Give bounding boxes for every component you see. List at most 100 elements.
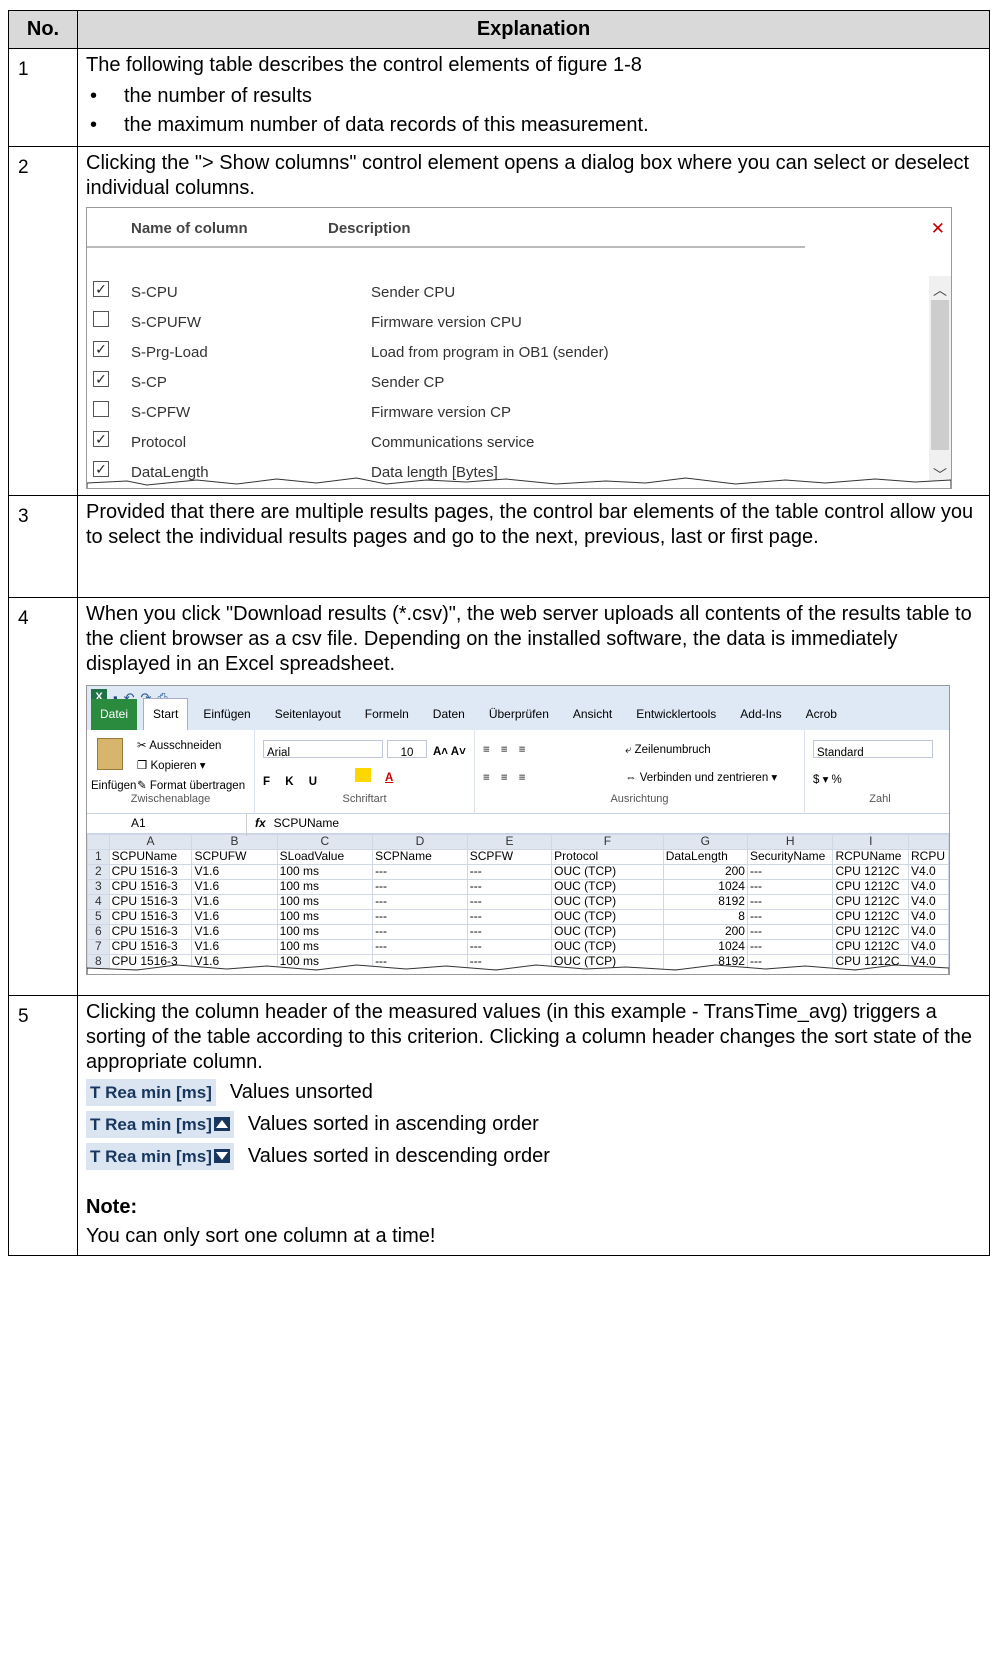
row-header[interactable]: 1 xyxy=(87,849,110,865)
cell[interactable]: CPU 1212C xyxy=(832,909,910,925)
cell[interactable]: --- xyxy=(372,894,468,910)
column-header[interactable] xyxy=(908,834,949,850)
cell[interactable]: SCPUFW xyxy=(191,849,278,865)
cell[interactable]: 1024 xyxy=(662,879,748,895)
fill-color-icon[interactable] xyxy=(355,768,371,782)
cell[interactable]: --- xyxy=(372,924,468,940)
column-checkbox[interactable]: ✓ xyxy=(93,341,109,357)
row-header[interactable]: 5 xyxy=(87,909,110,925)
column-header[interactable]: D xyxy=(372,834,468,850)
cell[interactable]: 100 ms xyxy=(276,909,374,925)
fx-icon[interactable]: fx xyxy=(247,811,274,836)
cell[interactable]: V4.0 xyxy=(908,939,949,955)
ribbon-tab[interactable]: Ansicht xyxy=(564,699,621,730)
cell[interactable]: CPU 1516-3 xyxy=(108,939,193,955)
cell[interactable]: 100 ms xyxy=(276,924,374,940)
ribbon-tab[interactable]: Entwicklertools xyxy=(627,699,725,730)
cell[interactable]: --- xyxy=(372,939,468,955)
column-header[interactable]: H xyxy=(746,834,834,850)
cell[interactable]: --- xyxy=(372,879,468,895)
sort-header-descending[interactable]: T Rea min [ms] xyxy=(86,1142,234,1170)
cell[interactable]: CPU 1516-3 xyxy=(108,879,193,895)
cell[interactable]: CPU 1212C xyxy=(832,924,910,940)
cell[interactable]: CPU 1516-3 xyxy=(108,894,193,910)
cell[interactable]: SecurityName xyxy=(746,849,834,865)
cell[interactable]: --- xyxy=(746,909,834,925)
cell[interactable]: --- xyxy=(746,939,834,955)
cell[interactable]: Protocol xyxy=(551,849,664,865)
cell[interactable]: CPU 1212C xyxy=(832,939,910,955)
close-icon[interactable]: ✕ xyxy=(931,216,945,241)
row-header[interactable]: 3 xyxy=(87,879,110,895)
cell[interactable]: CPU 1516-3 xyxy=(108,909,193,925)
align-icons[interactable]: ≡ ≡ ≡ xyxy=(483,738,530,763)
font-size-select[interactable]: 10 xyxy=(387,740,427,759)
ribbon-tab[interactable]: Acrob xyxy=(797,699,846,730)
cell[interactable]: CPU 1212C xyxy=(832,894,910,910)
cell[interactable]: --- xyxy=(466,909,553,925)
wrap-text-button[interactable]: ⤶ Zeilenumbruch xyxy=(625,738,711,763)
column-header[interactable]: F xyxy=(551,834,664,850)
ribbon-tab[interactable]: Überprüfen xyxy=(480,699,558,730)
paste-icon[interactable] xyxy=(97,738,123,770)
cell[interactable]: 200 xyxy=(662,864,748,880)
cell[interactable]: --- xyxy=(746,924,834,940)
cell[interactable]: V1.6 xyxy=(191,894,278,910)
cell[interactable]: DataLength xyxy=(662,849,748,865)
cell[interactable]: OUC (TCP) xyxy=(551,939,664,955)
cell[interactable]: 8192 xyxy=(662,894,748,910)
name-box[interactable]: A1 xyxy=(87,811,247,836)
cell[interactable]: V4.0 xyxy=(908,909,949,925)
cell[interactable]: CPU 1516-3 xyxy=(108,924,193,940)
row-header[interactable]: 7 xyxy=(87,939,110,955)
cell[interactable]: V4.0 xyxy=(908,879,949,895)
cell[interactable]: 100 ms xyxy=(276,864,374,880)
cell[interactable]: SCPFW xyxy=(466,849,553,865)
ribbon-tab[interactable]: Einfügen xyxy=(194,699,259,730)
column-header[interactable]: C xyxy=(276,834,374,850)
cell[interactable]: CPU 1212C xyxy=(832,864,910,880)
grow-font-icon[interactable]: A˄ A˅ xyxy=(433,740,466,765)
cell[interactable]: V1.6 xyxy=(191,924,278,940)
cell[interactable]: --- xyxy=(466,879,553,895)
number-format-select[interactable]: Standard xyxy=(813,740,933,759)
cell[interactable]: 100 ms xyxy=(276,939,374,955)
column-header[interactable] xyxy=(87,834,110,850)
column-header[interactable]: A xyxy=(108,834,193,850)
column-header[interactable]: G xyxy=(662,834,748,850)
cell[interactable]: V4.0 xyxy=(908,864,949,880)
column-checkbox[interactable]: ✓ xyxy=(93,281,109,297)
cell[interactable]: V4.0 xyxy=(908,924,949,940)
cell[interactable]: RCPU xyxy=(908,849,949,865)
cell[interactable]: --- xyxy=(746,879,834,895)
cell[interactable]: 100 ms xyxy=(276,879,374,895)
ribbon-tab[interactable]: Start xyxy=(143,698,189,730)
ribbon-tab[interactable]: Datei xyxy=(91,699,138,730)
cell[interactable]: OUC (TCP) xyxy=(551,909,664,925)
ribbon-tab[interactable]: Add-Ins xyxy=(731,699,790,730)
cell[interactable]: RCPUName xyxy=(832,849,910,865)
cell[interactable]: V1.6 xyxy=(191,939,278,955)
column-checkbox[interactable] xyxy=(93,311,109,327)
cell[interactable]: OUC (TCP) xyxy=(551,879,664,895)
ribbon-tab[interactable]: Daten xyxy=(424,699,474,730)
sort-header-ascending[interactable]: T Rea min [ms] xyxy=(86,1110,234,1138)
column-checkbox[interactable] xyxy=(93,401,109,417)
row-header[interactable]: 4 xyxy=(87,894,110,910)
cell[interactable]: --- xyxy=(466,924,553,940)
cell[interactable]: --- xyxy=(372,864,468,880)
cell[interactable]: --- xyxy=(746,864,834,880)
scrollbar[interactable]: ︿ ﹀ xyxy=(929,276,951,488)
cell[interactable]: 200 xyxy=(662,924,748,940)
column-checkbox[interactable]: ✓ xyxy=(93,371,109,387)
cell[interactable]: V1.6 xyxy=(191,864,278,880)
cell[interactable]: --- xyxy=(746,894,834,910)
cell[interactable]: 8 xyxy=(662,909,748,925)
column-header[interactable]: I xyxy=(832,834,910,850)
row-header[interactable]: 2 xyxy=(87,864,110,880)
cell[interactable]: V1.6 xyxy=(191,879,278,895)
formula-input[interactable]: SCPUName xyxy=(274,811,339,836)
cell[interactable]: CPU 1212C xyxy=(832,879,910,895)
cell[interactable]: OUC (TCP) xyxy=(551,924,664,940)
cell[interactable]: SCPName xyxy=(372,849,468,865)
